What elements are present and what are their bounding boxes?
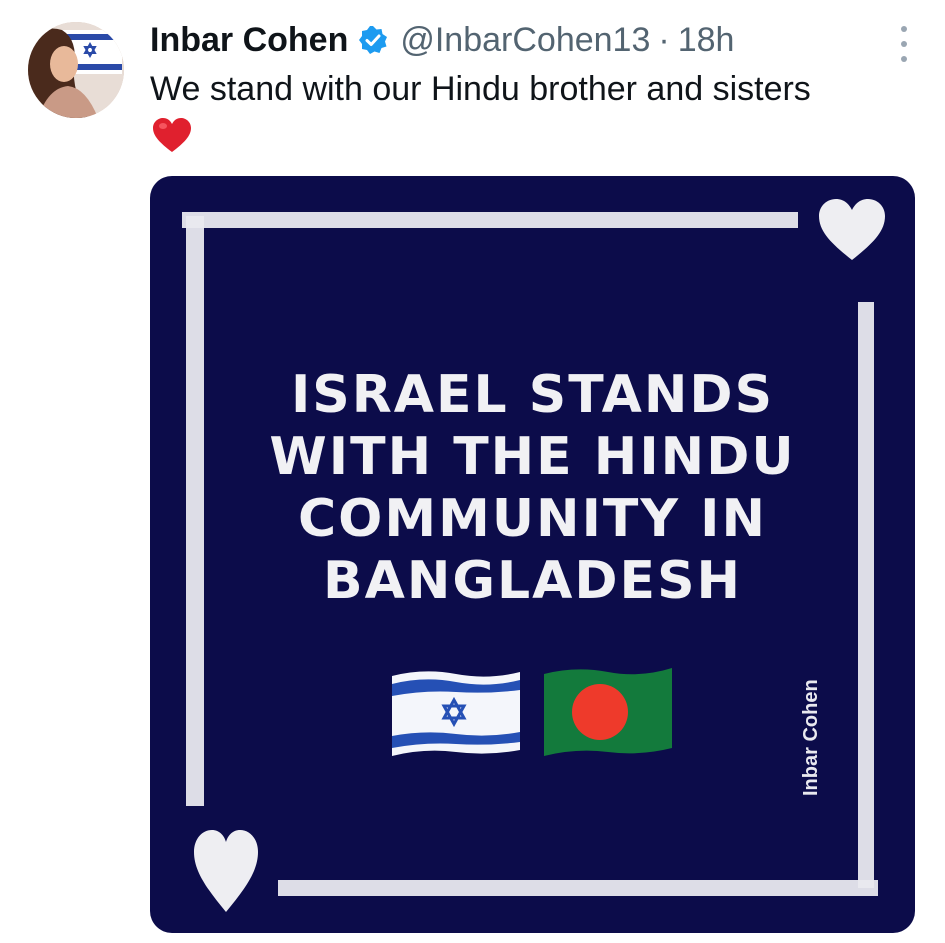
author-handle[interactable]: @InbarCohen13 (400, 21, 650, 60)
tweet-header: Inbar Cohen @InbarCohen13 · 18h (150, 18, 734, 62)
tweet-image[interactable]: ISRAEL STANDS WITH THE HINDU COMMUNITY I… (150, 176, 915, 933)
tweet-text: We stand with our Hindu brother and sist… (150, 70, 811, 108)
more-options-icon[interactable] (897, 26, 911, 62)
verified-badge-icon (358, 25, 388, 55)
headline-line: BANGLADESH (322, 551, 743, 611)
author-name[interactable]: Inbar Cohen (150, 21, 348, 60)
israel-flag-icon (388, 666, 524, 767)
dot-separator: · (658, 20, 670, 59)
avatar[interactable] (28, 22, 124, 118)
frame-border-top (182, 212, 798, 228)
red-heart-icon (152, 116, 192, 156)
bangladesh-flag-icon (540, 664, 676, 767)
frame-border-bottom (278, 880, 878, 896)
heart-icon (190, 826, 262, 921)
image-watermark: Inbar Cohen (800, 679, 822, 796)
timestamp[interactable]: 18h (678, 21, 735, 60)
image-headline: ISRAEL STANDS WITH THE HINDU COMMUNITY I… (150, 364, 915, 612)
headline-line: COMMUNITY IN (297, 489, 768, 549)
headline-line: WITH THE HINDU (269, 427, 796, 487)
heart-icon (816, 196, 888, 269)
headline-line: ISRAEL STANDS (290, 365, 775, 425)
